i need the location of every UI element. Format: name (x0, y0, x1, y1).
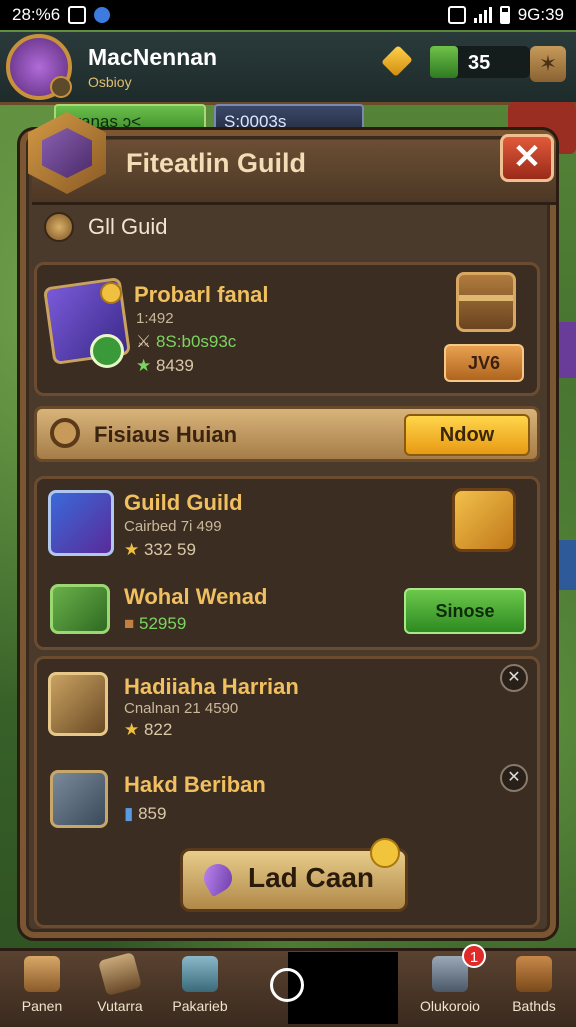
box-icon: ■ (124, 614, 139, 633)
house-icon (24, 956, 60, 992)
armor-icon (50, 770, 108, 828)
star-icon: ★ (124, 540, 144, 559)
dismiss-icon[interactable]: ✕ (500, 764, 528, 792)
guild-section-icon (44, 212, 74, 242)
card2-item2-name: Wohal Wenad (124, 584, 268, 609)
nav-item-home[interactable]: Panen (0, 954, 84, 1020)
close-button[interactable]: ✕ (500, 134, 554, 182)
star-icon: ★ (136, 356, 156, 375)
chest-action-button[interactable]: JV6 (444, 344, 524, 382)
status-time-right: 9G:39 (517, 5, 564, 24)
dismiss-icon[interactable]: ✕ (500, 664, 528, 692)
card1-stat2: ★ 8439 (136, 356, 194, 375)
signal-icon (473, 7, 492, 23)
card1-stat1: ⚔ 8S:b0s93c (136, 332, 237, 351)
settings-button[interactable]: ✶ (530, 46, 566, 82)
panel-title: Fiteatlin Guild (126, 148, 306, 178)
chest-icon (516, 956, 552, 992)
check-badge-icon (90, 334, 124, 368)
coin-icon (100, 282, 122, 304)
status-bar: 28:%6 9G:39 (0, 0, 576, 30)
star-icon: ★ (124, 720, 144, 739)
card3-sub: Cnalnan 21 4590 (124, 700, 239, 717)
resource-value: 35 (468, 52, 491, 74)
card1-name: Probarl fanal (134, 282, 269, 307)
search-icon (50, 418, 80, 448)
home-button[interactable] (270, 968, 304, 1002)
tools-icon (182, 956, 218, 992)
card2-item2-stat: ■ 52959 (124, 614, 187, 633)
app-icon (94, 7, 111, 23)
section-title: Gll Guid (88, 214, 168, 239)
card2-sub: Cairbed 7i 499 (124, 518, 222, 535)
nav-blank (288, 952, 398, 1024)
crate-icon (50, 584, 110, 634)
card3-item2-name: Hakd Beriban (124, 772, 266, 797)
nav-badge: 1 (462, 944, 486, 968)
nav-item-vutarra[interactable]: Vutarra (78, 951, 162, 1020)
potion-icon: ▮ (124, 804, 139, 823)
swords-icon: ⚔ (136, 332, 156, 351)
player-subtitle: Osbioy (88, 74, 132, 90)
status-time-left: 28:%6 (12, 5, 61, 24)
card1-sub: 1:492 (136, 310, 174, 327)
resource-icon (430, 46, 458, 78)
now-button[interactable]: Ndow (404, 414, 530, 456)
player-avatar[interactable] (6, 34, 72, 100)
coin-icon (370, 838, 400, 868)
scroll-icon (48, 672, 108, 736)
weapon-icon (48, 490, 114, 556)
nav-item-pakarieb[interactable]: Pakarieb (158, 954, 242, 1020)
card2-name: Guild Guild (124, 490, 243, 515)
map-icon (97, 951, 143, 997)
card3-stat: ★ 822 (124, 720, 173, 739)
load-clan-label: Lad Caan (248, 862, 375, 893)
choose-button[interactable]: Sinose (404, 588, 526, 634)
card2-stat: ★ 332 59 (124, 540, 196, 559)
nav-item-bathds[interactable]: Bathds (492, 954, 576, 1020)
card3-item2-stat: ▮ 859 (124, 804, 167, 823)
gold-emblem-icon (452, 488, 516, 552)
player-name: MacNennan (88, 44, 218, 70)
card3-name: Hadiiaha Harrian (124, 674, 299, 699)
chest-icon[interactable] (456, 272, 516, 332)
battery-icon (499, 6, 510, 24)
banner-text: Fisiaus Huian (94, 422, 238, 447)
notification-icon (68, 6, 87, 24)
sim-icon (447, 6, 466, 24)
